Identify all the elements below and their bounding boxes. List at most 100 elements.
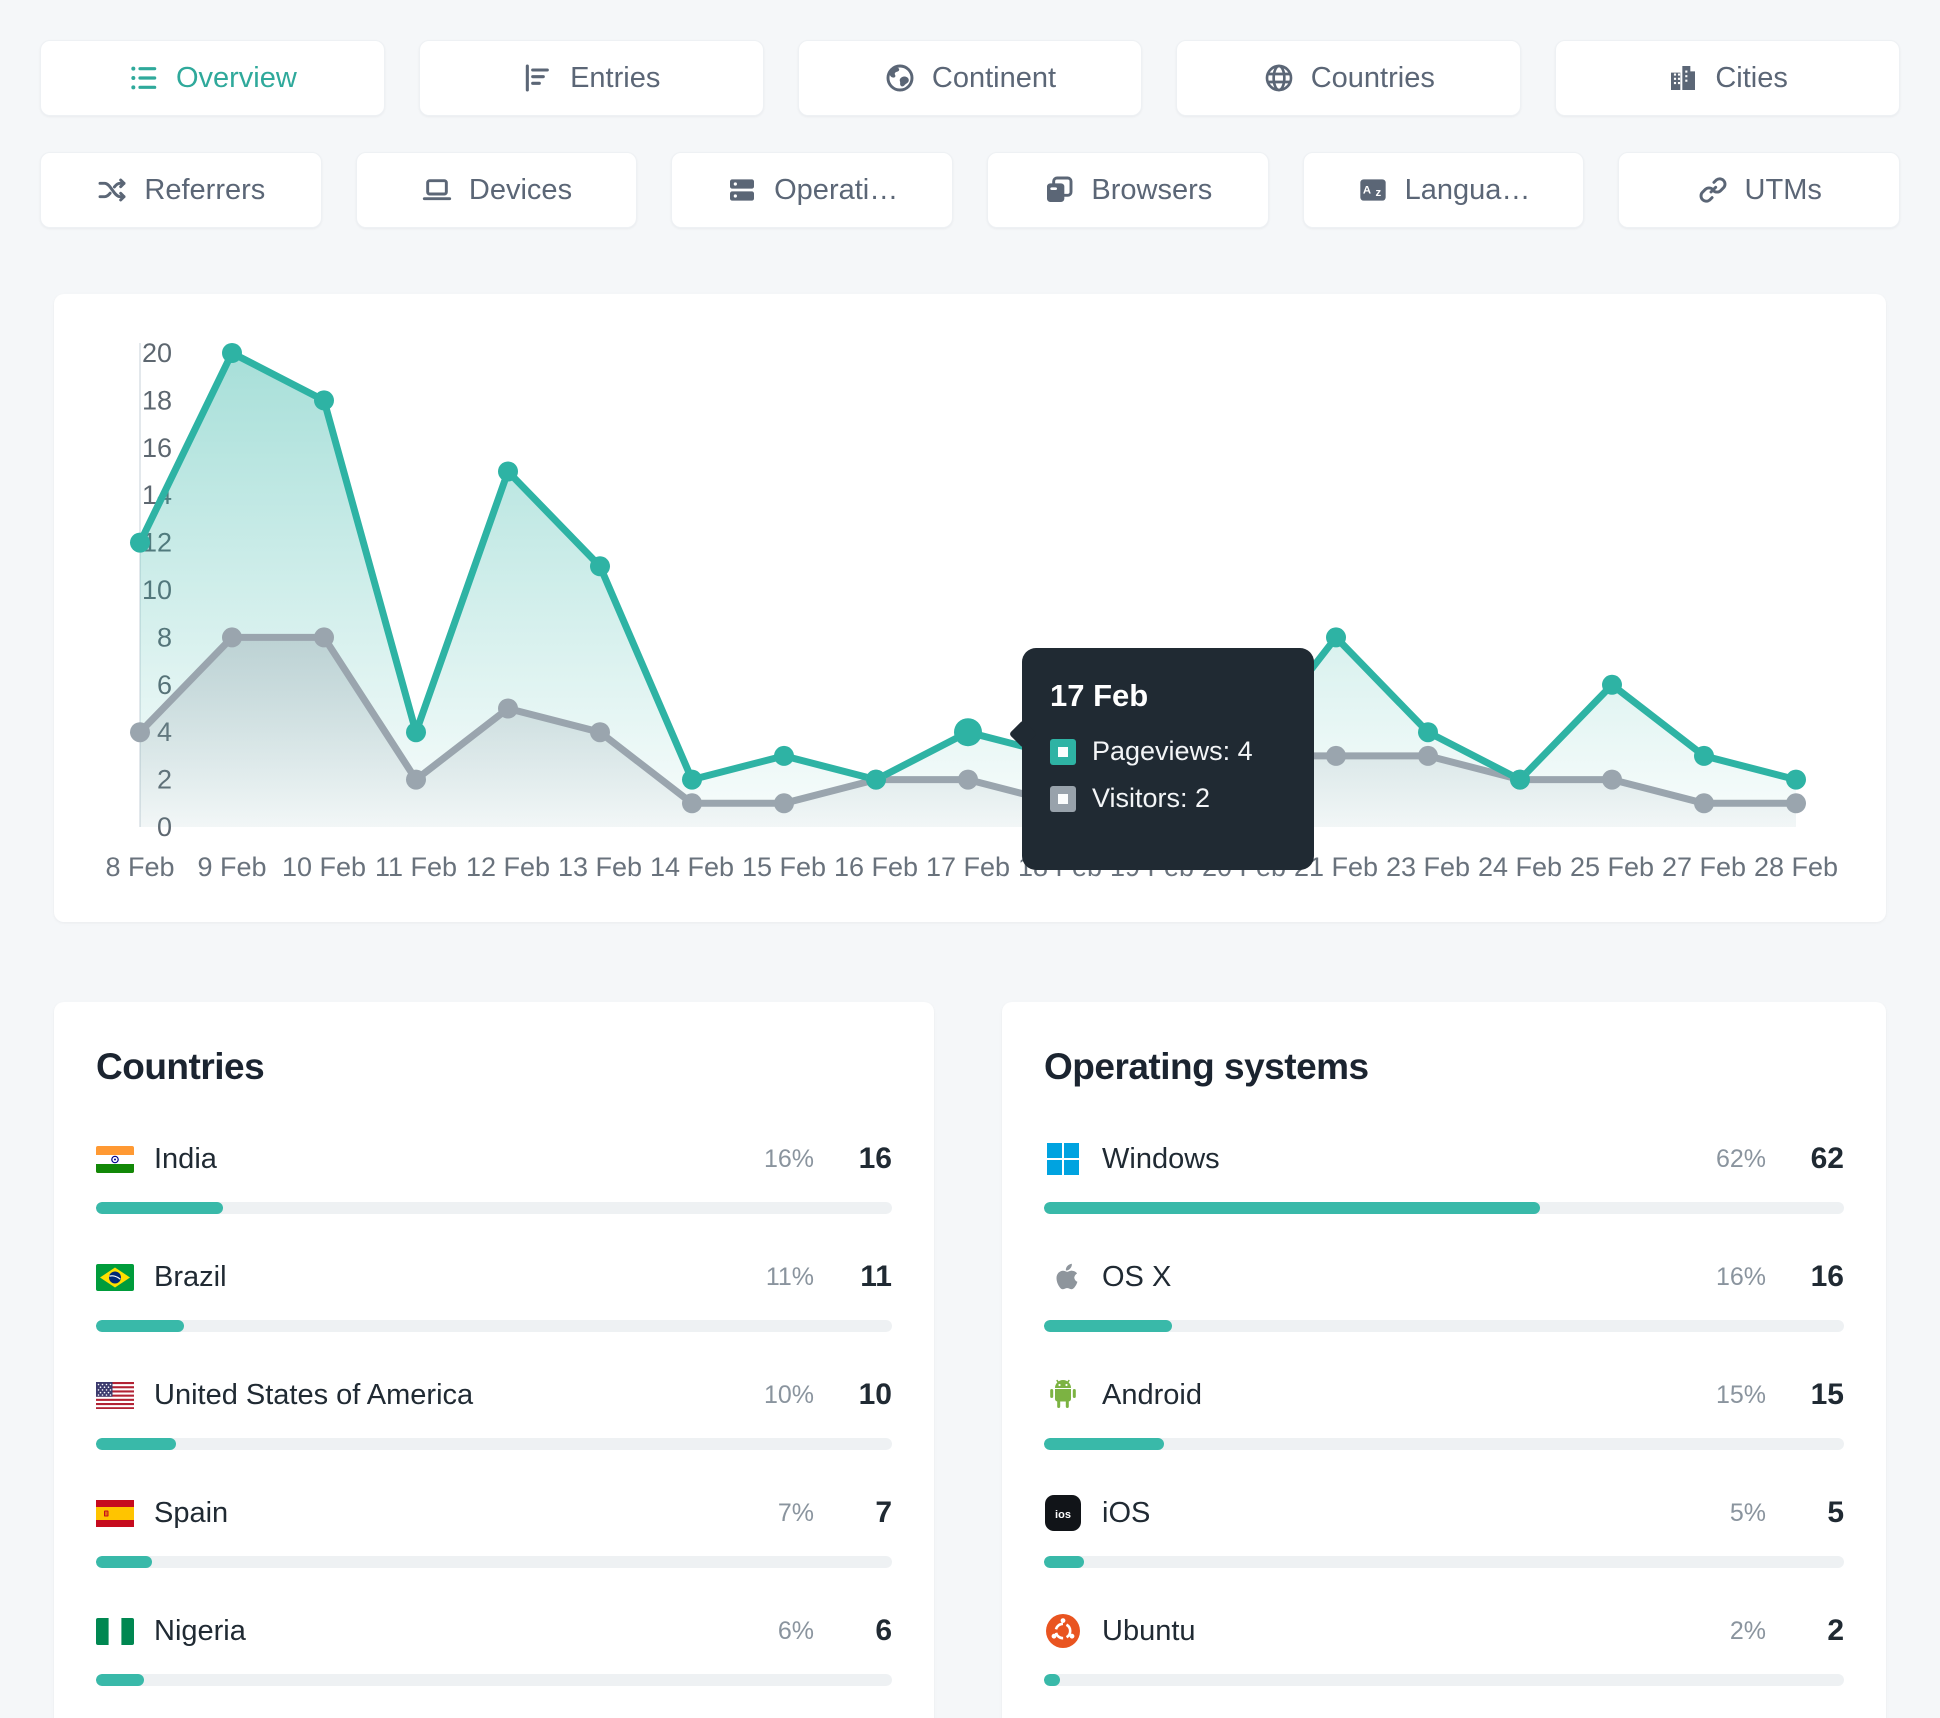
stat-name: Nigeria xyxy=(154,1614,246,1647)
list-icon xyxy=(128,62,160,94)
stat-progress-track xyxy=(96,1202,892,1214)
stat-name: iOS xyxy=(1102,1496,1151,1529)
visitors-point[interactable] xyxy=(1602,769,1622,790)
tab-operati[interactable]: Operati… xyxy=(671,152,954,228)
stat-row-android[interactable]: Android 15% 15 xyxy=(1044,1376,1844,1450)
visitors-point[interactable] xyxy=(1326,745,1346,766)
stat-progress-fill xyxy=(96,1320,184,1332)
tab-utms[interactable]: UTMs xyxy=(1618,152,1901,228)
stat-name: Android xyxy=(1102,1378,1202,1411)
flag-india xyxy=(96,1140,134,1178)
visitors-point[interactable] xyxy=(498,698,518,719)
visitors-point[interactable] xyxy=(314,627,334,648)
stat-row-windows[interactable]: Windows 62% 62 xyxy=(1044,1140,1844,1214)
y-axis-tick: 16 xyxy=(142,433,172,463)
stat-progress-track xyxy=(96,1320,892,1332)
pageviews-point[interactable] xyxy=(1418,722,1438,743)
ios-icon: ios xyxy=(1044,1494,1082,1532)
stat-row-ubuntu[interactable]: Ubuntu 2% 2 xyxy=(1044,1612,1844,1686)
x-axis-label: 23 Feb xyxy=(1386,852,1470,882)
stat-count: 6 xyxy=(875,1614,892,1647)
flag-nigeria xyxy=(96,1612,134,1650)
stat-row-ios[interactable]: ios iOS 5% 5 xyxy=(1044,1494,1844,1568)
stat-progress-track xyxy=(1044,1202,1844,1214)
os-panel-title: Operating systems xyxy=(1044,1046,1369,1087)
visitors-point[interactable] xyxy=(590,722,610,743)
pageviews-point[interactable] xyxy=(1326,627,1346,648)
pageviews-point[interactable] xyxy=(1602,674,1622,695)
visitors-point[interactable] xyxy=(222,627,242,648)
stat-count: 10 xyxy=(858,1378,892,1411)
tooltip-metric: Pageviews: 4 xyxy=(1092,736,1253,766)
tab-countries[interactable]: Countries xyxy=(1176,40,1522,116)
stat-count: 15 xyxy=(1810,1378,1844,1411)
tab-label: Entries xyxy=(570,61,661,94)
visitors-point[interactable] xyxy=(958,769,978,790)
stat-row-os-x[interactable]: OS X 16% 16 xyxy=(1044,1258,1844,1332)
tab-referrers[interactable]: Referrers xyxy=(40,152,322,228)
pageviews-point[interactable] xyxy=(314,390,334,411)
stat-name: Spain xyxy=(154,1496,229,1529)
pageviews-point[interactable] xyxy=(406,722,426,743)
pageviews-point[interactable] xyxy=(590,556,610,577)
tab-devices[interactable]: Devices xyxy=(355,152,638,228)
android-icon xyxy=(1044,1376,1082,1414)
stat-progress-fill xyxy=(96,1438,176,1450)
tab-label: Overview xyxy=(175,61,297,94)
visitors-point[interactable] xyxy=(1418,745,1438,766)
operating-systems-panel: Operating systems Windows 62% 62 OS X 16% 16 A… xyxy=(1002,1002,1886,1718)
visitors-point[interactable] xyxy=(774,793,794,814)
stat-name: United States of America xyxy=(154,1378,474,1411)
stat-progress-fill xyxy=(1044,1438,1164,1450)
pageviews-point[interactable] xyxy=(1510,769,1530,790)
x-axis-label: 15 Feb xyxy=(742,852,826,882)
pageviews-point[interactable] xyxy=(682,769,702,790)
x-axis-label: 14 Feb xyxy=(650,852,734,882)
stat-count: 7 xyxy=(875,1496,892,1529)
stat-row-brazil[interactable]: Brazil 11% 11 xyxy=(96,1258,892,1332)
stat-row-india[interactable]: India 16% 16 xyxy=(96,1140,892,1214)
stat-percent: 6% xyxy=(777,1616,814,1645)
x-axis-label: 28 Feb xyxy=(1754,852,1838,882)
x-axis-label: 11 Feb xyxy=(375,852,457,882)
x-axis-label: 16 Feb xyxy=(834,852,918,882)
traffic-line-chart[interactable]: 024681012141618208 Feb9 Feb10 Feb11 Feb1… xyxy=(54,294,1886,922)
countries-panel-title: Countries xyxy=(96,1046,265,1087)
flag-brazil xyxy=(96,1258,134,1296)
stat-row-nigeria[interactable]: Nigeria 6% 6 xyxy=(96,1612,892,1686)
laptop-icon xyxy=(421,174,453,206)
visitors-point[interactable] xyxy=(406,769,426,790)
visitors-legend-swatch xyxy=(1050,785,1076,812)
stat-percent: 16% xyxy=(763,1144,814,1173)
stat-row-united-states-of-america[interactable]: United States of America 10% 10 xyxy=(96,1376,892,1450)
tab-entries[interactable]: Entries xyxy=(418,40,764,116)
tab-overview[interactable]: Overview xyxy=(40,40,385,116)
x-axis-label: 17 Feb xyxy=(926,852,1010,882)
visitors-point[interactable] xyxy=(682,793,702,814)
visitors-point[interactable] xyxy=(130,722,150,743)
tab-langua[interactable]: Az Langua… xyxy=(1302,152,1585,228)
pageviews-point[interactable] xyxy=(222,343,242,363)
tab-continent[interactable]: Continent xyxy=(797,40,1143,116)
pageviews-point[interactable] xyxy=(774,745,794,766)
stat-progress-track xyxy=(96,1674,892,1686)
pageviews-point[interactable] xyxy=(1786,769,1806,790)
visitors-point[interactable] xyxy=(1786,793,1806,814)
ubuntu-icon xyxy=(1044,1612,1082,1650)
stat-progress-fill xyxy=(1044,1202,1540,1214)
stat-progress-fill xyxy=(1044,1320,1172,1332)
pageviews-point[interactable] xyxy=(498,461,518,482)
tab-label: Devices xyxy=(468,173,573,206)
stat-row-spain[interactable]: Spain 7% 7 xyxy=(96,1494,892,1568)
flag-usa xyxy=(96,1376,134,1414)
pageviews-point[interactable] xyxy=(866,769,886,790)
tab-cities[interactable]: Cities xyxy=(1555,40,1900,116)
buildings-icon xyxy=(1667,62,1699,94)
pageviews-point[interactable] xyxy=(130,532,150,553)
tab-row-primary: Overview Entries Continent Countries Cities xyxy=(40,40,1900,116)
tab-browsers[interactable]: Browsers xyxy=(987,152,1269,228)
visitors-point[interactable] xyxy=(1694,793,1714,814)
pageviews-point-active[interactable] xyxy=(954,718,982,747)
x-axis-label: 13 Feb xyxy=(558,852,642,882)
pageviews-point[interactable] xyxy=(1694,745,1714,766)
